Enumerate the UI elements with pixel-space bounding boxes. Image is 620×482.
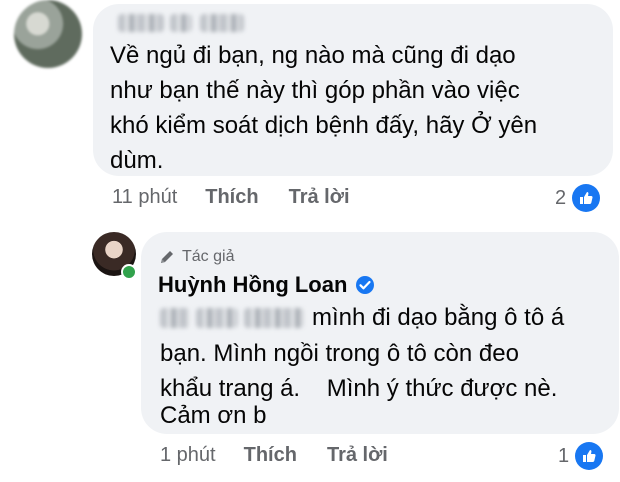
author-name-row: Huỳnh Hồng Loan — [158, 272, 375, 298]
reply-text-line: bạn. Mình ngồi trong ô tô còn đeo — [160, 340, 519, 367]
verified-badge-icon — [356, 276, 375, 294]
blurred-commenter-name[interactable] — [170, 14, 192, 32]
reply-button[interactable]: Trả lời — [327, 444, 388, 467]
commenter-avatar-blurred[interactable] — [14, 0, 82, 68]
reaction-summary[interactable]: 2 — [555, 184, 601, 212]
pen-icon — [161, 251, 173, 263]
online-status-dot — [121, 264, 137, 280]
blurred-mention[interactable] — [196, 308, 238, 328]
blurred-mention[interactable] — [160, 308, 190, 328]
author-badge-label: Tác giả — [182, 248, 235, 265]
like-icon — [572, 184, 601, 212]
like-button[interactable]: Thích — [244, 444, 297, 467]
blurred-mention[interactable] — [244, 308, 304, 328]
reply-text-line: Cảm ơn b — [160, 402, 267, 429]
reaction-count: 2 — [555, 186, 567, 209]
author-name[interactable]: Huỳnh Hồng Loan — [158, 272, 347, 298]
like-icon — [575, 442, 604, 470]
reply-meta: 1 phút Thích Trả lời — [160, 444, 388, 467]
author-badge: Tác giả — [158, 248, 234, 266]
reaction-summary[interactable]: 1 — [558, 442, 604, 470]
comment-time[interactable]: 11 phút — [112, 186, 177, 209]
like-button[interactable]: Thích — [205, 186, 258, 209]
blurred-commenter-name[interactable] — [118, 14, 164, 32]
comment-text: Về ngủ đi bạn, ng nào mà cũng đi dạo như… — [110, 42, 538, 174]
reply-time[interactable]: 1 phút — [160, 444, 216, 467]
reply-button[interactable]: Trả lời — [289, 186, 350, 209]
comment-meta: 11 phút Thích Trả lời — [112, 186, 350, 209]
reply-text-line: mình đi dạo bằng ô tô á — [312, 304, 565, 331]
reaction-count: 1 — [558, 444, 570, 467]
blurred-commenter-name[interactable] — [200, 14, 244, 32]
